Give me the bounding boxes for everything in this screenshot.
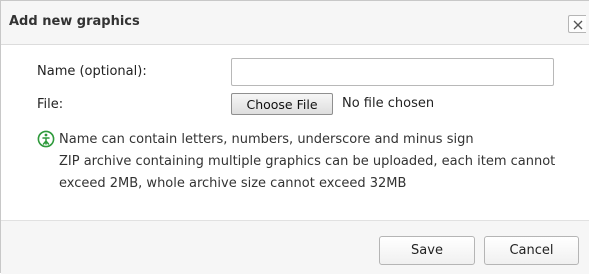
hint-line-size-limits: exceed 2MB, whole archive size cannot ex… [59,176,407,191]
file-status-text: No file chosen [342,96,435,111]
dialog-titlebar: Add new graphics [1,1,589,45]
name-input[interactable] [231,58,554,86]
add-graphics-dialog: Add new graphics Name (optional): File: … [0,0,589,274]
hint-line-zip-info: ZIP archive containing multiple graphics… [59,154,556,169]
cancel-button[interactable]: Cancel [484,236,579,265]
dialog-title: Add new graphics [9,14,140,29]
save-button[interactable]: Save [379,236,475,265]
file-label: File: [37,97,64,112]
close-icon [573,20,583,30]
hint-line-name-rules: Name can contain letters, numbers, under… [59,132,474,147]
name-label: Name (optional): [37,64,147,79]
choose-file-button[interactable]: Choose File [231,93,333,115]
dialog-footer: Save Cancel [1,220,589,274]
close-button[interactable] [568,15,586,33]
info-icon [37,130,55,148]
